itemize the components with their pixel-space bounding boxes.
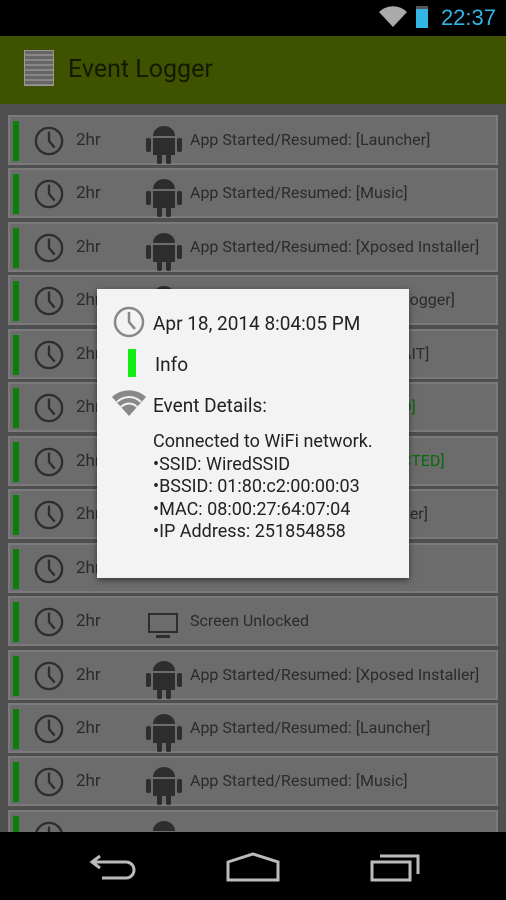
- clock-icon: [34, 768, 64, 797]
- level-bar: [13, 174, 19, 215]
- event-row[interactable]: 2hr App Started/Resumed: [Music]: [8, 756, 498, 807]
- event-text: App Started/Resumed: [Music]: [190, 183, 408, 203]
- clock-icon: [35, 821, 63, 832]
- detail-line: Connected to WiFi network.: [153, 431, 373, 452]
- level-bar: [13, 388, 19, 429]
- level-bar: [13, 495, 19, 536]
- level-indicator: [128, 349, 136, 377]
- status-clock: 22:37: [440, 5, 496, 30]
- event-row[interactable]: 2hr App Started/Resumed: [Music]: [8, 168, 498, 219]
- event-age: 2hr: [76, 771, 101, 792]
- battery-icon: [416, 6, 428, 28]
- event-row[interactable]: 2hr App Started/Resumed: [Launcher]: [8, 115, 498, 165]
- clock-icon: [34, 233, 64, 263]
- android-icon: [144, 709, 184, 757]
- event-age: 2hr: [76, 664, 101, 685]
- home-icon[interactable]: [226, 852, 280, 882]
- level-bar: [13, 708, 19, 749]
- detail-line: •BSSID: 01:80:c2:00:00:03: [153, 476, 360, 497]
- event-text: App Started/Resumed: [Launcher]: [190, 130, 431, 149]
- event-details-label: Event Details:: [153, 394, 267, 417]
- clock-icon: [34, 554, 64, 583]
- clock-icon: [113, 306, 145, 338]
- clock-icon: [34, 393, 64, 423]
- detail-line: •IP Address: 251854858: [153, 521, 346, 542]
- event-row[interactable]: 2hr Screen Unlocked: [8, 596, 498, 647]
- android-icon: [144, 656, 184, 704]
- event-detail-dialog[interactable]: Apr 18, 2014 8:04:05 PM Info Event Detai…: [97, 289, 409, 578]
- event-row[interactable]: 2hr App Started/Resumed: [Xposed Install…: [8, 221, 498, 272]
- level-bar: [13, 548, 19, 589]
- clock-icon: [34, 714, 64, 744]
- level-bar: [13, 281, 19, 322]
- recent-apps-icon[interactable]: [370, 852, 420, 882]
- android-icon: [144, 816, 184, 832]
- log-document-icon[interactable]: [24, 50, 54, 86]
- event-age: 2hr: [76, 236, 101, 257]
- event-age: 2hr: [76, 183, 101, 204]
- clock-icon: [34, 287, 64, 316]
- event-text: Logger]: [401, 290, 455, 310]
- level-bar: [13, 762, 19, 803]
- clock-icon: [34, 447, 64, 476]
- level-bar: [13, 334, 19, 375]
- event-text: App Started/Resumed: [Launcher]: [190, 717, 431, 737]
- level-bar: [13, 441, 19, 482]
- event-age: 2hr: [76, 130, 101, 150]
- clock-icon: [34, 340, 64, 370]
- clock-icon: [34, 607, 64, 637]
- event-details-text: Connected to WiFi network. •SSID: WiredS…: [153, 431, 373, 544]
- clock-icon: [34, 500, 64, 530]
- event-text: App Started/Resumed: [Music]: [190, 771, 408, 791]
- event-row[interactable]: 2hr App Started/Resumed: [Xposed Install…: [8, 649, 498, 700]
- clock-icon: [34, 126, 64, 156]
- event-age: 2hr: [76, 611, 101, 632]
- android-icon: [144, 121, 184, 169]
- event-text: Screen Unlocked: [190, 611, 309, 631]
- detail-line: •SSID: WiredSSID: [153, 453, 291, 475]
- level-bar: [13, 121, 19, 161]
- clock-icon: [34, 661, 64, 690]
- status-bar: 22:37: [0, 0, 506, 36]
- navigation-bar: [0, 832, 506, 900]
- event-row[interactable]: 2hr App Started/Resumed: [Launcher]: [8, 702, 498, 753]
- android-icon: [144, 174, 184, 222]
- back-icon[interactable]: [88, 852, 138, 882]
- android-icon: [144, 228, 184, 276]
- monitor-icon: [144, 602, 184, 650]
- event-row[interactable]: [8, 809, 498, 832]
- level-bar: [13, 227, 19, 268]
- android-icon: [144, 762, 184, 810]
- level-bar: [13, 602, 19, 643]
- event-text: App Started/Resumed: [Xposed Installer]: [190, 236, 480, 256]
- detail-line: •MAC: 08:00:27:64:07:04: [153, 498, 351, 520]
- app-title: Event Logger: [68, 55, 213, 84]
- level-bar: [13, 655, 19, 696]
- event-level: Info: [155, 353, 189, 376]
- event-timestamp: Apr 18, 2014 8:04:05 PM: [153, 312, 361, 335]
- wifi-icon: [379, 6, 407, 27]
- wifi-icon: [112, 390, 146, 416]
- clock-icon: [34, 180, 64, 209]
- event-text: App Started/Resumed: [Xposed Installer]: [190, 664, 480, 684]
- event-age: 2hr: [76, 717, 101, 738]
- level-bar: [13, 815, 19, 832]
